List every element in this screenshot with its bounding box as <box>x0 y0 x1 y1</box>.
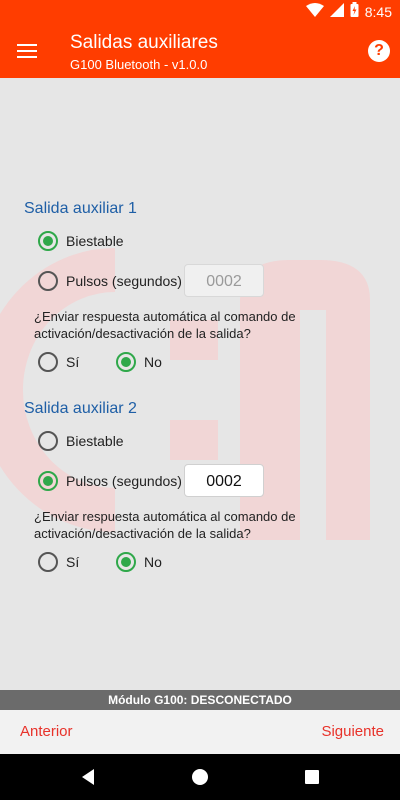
radio-label: No <box>144 554 162 570</box>
status-bar: 8:45 <box>0 0 400 24</box>
radio-salida-2-no[interactable]: No <box>116 550 162 574</box>
radio-label: Sí <box>66 554 80 570</box>
radio-button-selected[interactable] <box>116 352 136 372</box>
radio-salida-1-biestable[interactable]: Biestable <box>38 229 124 253</box>
radio-label: Biestable <box>66 433 124 449</box>
wifi-icon <box>305 2 324 22</box>
radio-salida-2-pulsos[interactable]: Pulsos (segundos) <box>38 469 182 493</box>
auto-response-question-2: ¿Enviar respuesta automática al comando … <box>34 508 364 542</box>
radio-button[interactable] <box>38 552 58 572</box>
radio-label: Pulsos (segundos) <box>66 273 182 289</box>
help-icon[interactable]: ? <box>368 40 390 62</box>
back-icon[interactable] <box>78 767 98 787</box>
radio-button[interactable] <box>38 352 58 372</box>
page-title: Salidas auxiliares <box>70 32 218 53</box>
pulse-seconds-input-1[interactable]: 0002 <box>184 264 264 297</box>
radio-salida-1-no[interactable]: No <box>116 350 162 374</box>
page-subtitle: G100 Bluetooth - v1.0.0 <box>70 57 208 72</box>
question-line: ¿Enviar respuesta automática al comando … <box>34 309 296 324</box>
status-icons: 8:45 <box>305 2 392 22</box>
radio-salida-1-si[interactable]: Sí <box>38 350 79 374</box>
radio-label: Sí <box>66 354 80 370</box>
radio-salida-2-biestable[interactable]: Biestable <box>38 429 124 453</box>
radio-button[interactable] <box>38 271 58 291</box>
app-bar: Salidas auxiliares G100 Bluetooth - v1.0… <box>0 24 400 78</box>
section-title-salida-1: Salida auxiliar 1 <box>24 200 137 217</box>
system-nav-bar <box>0 754 400 800</box>
battery-icon <box>350 2 359 22</box>
radio-button-selected[interactable] <box>38 471 58 491</box>
pulse-seconds-input-2[interactable]: 0002 <box>184 464 264 497</box>
menu-icon[interactable] <box>14 38 40 64</box>
previous-button[interactable]: Anterior <box>20 723 73 740</box>
next-button[interactable]: Siguiente <box>321 723 384 740</box>
question-line: activación/desactivación de la salida? <box>34 326 251 341</box>
signal-icon <box>329 2 344 22</box>
status-time: 8:45 <box>364 4 392 20</box>
question-line: ¿Enviar respuesta automática al comando … <box>34 509 296 524</box>
radio-button-selected[interactable] <box>116 552 136 572</box>
connection-status: Módulo G100: DESCONECTADO <box>0 690 400 710</box>
auto-response-question-1: ¿Enviar respuesta automática al comando … <box>34 308 364 342</box>
bottom-navigation: Anterior Siguiente <box>0 710 400 754</box>
recents-icon[interactable] <box>302 767 322 787</box>
radio-salida-2-si[interactable]: Sí <box>38 550 79 574</box>
radio-button-selected[interactable] <box>38 231 58 251</box>
radio-label: No <box>144 354 162 370</box>
question-line: activación/desactivación de la salida? <box>34 526 251 541</box>
home-icon[interactable] <box>190 767 210 787</box>
radio-salida-1-pulsos[interactable]: Pulsos (segundos) <box>38 269 182 293</box>
radio-label: Pulsos (segundos) <box>66 473 182 489</box>
radio-button[interactable] <box>38 431 58 451</box>
section-title-salida-2: Salida auxiliar 2 <box>24 400 137 417</box>
radio-label: Biestable <box>66 233 124 249</box>
